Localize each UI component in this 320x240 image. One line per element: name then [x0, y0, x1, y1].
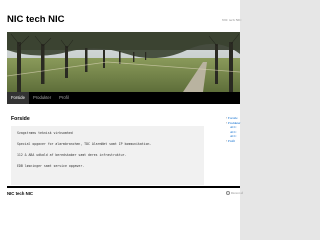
footer-credit-text: Drevet af: [231, 191, 243, 195]
nav-item-produkter[interactable]: Produkter: [29, 92, 55, 104]
nav-item-forside[interactable]: Forside: [7, 92, 29, 104]
site-title[interactable]: NIC tech NIC: [7, 14, 65, 25]
main-navigation: Forside Produkter Profil: [7, 92, 240, 104]
sidebar-menu: Forside Produkter ACC ACC ACC Profil: [226, 116, 241, 144]
footer-site-title[interactable]: NIC tech NIC: [7, 191, 33, 196]
sidebar-item-profil[interactable]: Profil: [226, 139, 240, 144]
content-line: Svagstrøms teknisk virksomhed: [17, 131, 73, 135]
header-photo-tree-avenue: [7, 32, 240, 92]
nav-item-profil[interactable]: Profil: [55, 92, 73, 104]
page-title: Forside: [11, 116, 30, 122]
header-image: [7, 32, 240, 92]
site-description: NIC tech NIC: [222, 18, 242, 22]
content-line: Special opgaver for alarmbranchen, TDC A…: [17, 142, 152, 146]
footer-divider: [7, 186, 240, 188]
content-line: 112 & ABA udkald af beredskaber samt der…: [17, 153, 127, 157]
content-line: EDB løsninger samt service opgaver.: [17, 164, 85, 168]
page: NIC tech NIC NIC tech NIC Forside Produk…: [0, 0, 243, 240]
footer-credit[interactable]: Drevet af: [226, 191, 243, 196]
wordpress-icon: [226, 191, 230, 196]
preformatted-content: Svagstrøms teknisk virksomhed Special op…: [11, 126, 204, 185]
